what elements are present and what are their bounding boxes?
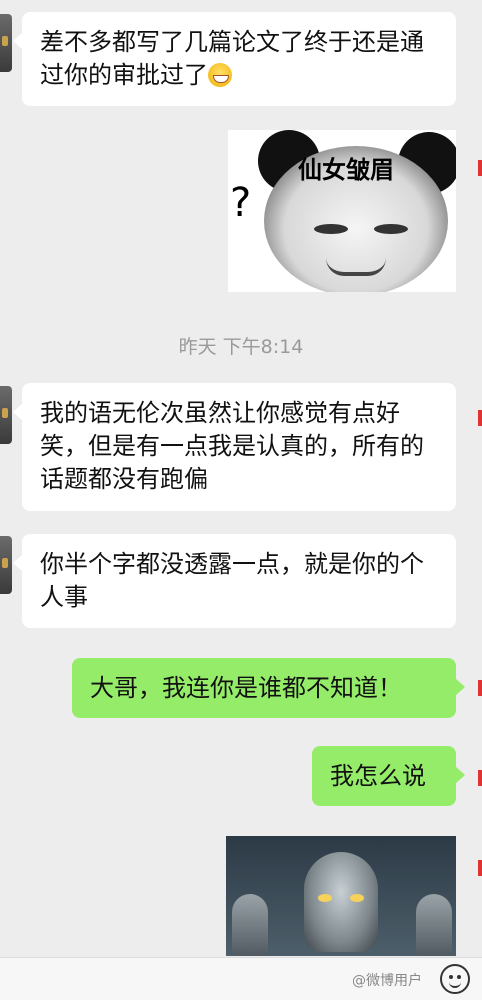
sticker-caption: 仙女皱眉 xyxy=(298,156,394,184)
message-text: 差不多都写了几篇论文了终于还是通过你的审批过了 xyxy=(40,28,424,89)
incoming-message[interactable]: 差不多都写了几篇论文了终于还是通过你的审批过了 xyxy=(13,12,456,106)
watermark: @微博用户 xyxy=(352,973,422,989)
message-text: 我的语无伦次虽然让你感觉有点好笑，但是有一点我是认真的，所有的话题都没有跑偏 xyxy=(40,399,424,493)
robot-eye-left xyxy=(318,894,332,902)
message-text: 你半个字都没透露一点，就是你的个人事 xyxy=(40,550,424,611)
panda-mouth xyxy=(326,258,386,276)
self-avatar-edge xyxy=(478,680,482,696)
outgoing-message[interactable]: 我怎么说 xyxy=(312,746,465,806)
incoming-message[interactable]: 我的语无伦次虽然让你感觉有点好笑，但是有一点我是认真的，所有的话题都没有跑偏 xyxy=(13,383,456,511)
message-timestamp: 昨天 下午8:14 xyxy=(178,336,304,358)
contact-avatar[interactable] xyxy=(0,536,12,594)
panda-frown-sticker[interactable]: 仙女皱眉 ? xyxy=(228,130,456,292)
robot-head xyxy=(304,852,378,952)
self-avatar-edge xyxy=(478,160,482,176)
contact-avatar[interactable] xyxy=(0,14,12,72)
chat-input-bar[interactable]: @微博用户 xyxy=(0,957,482,1000)
ultraman-sticker-image[interactable] xyxy=(226,836,456,956)
self-avatar-edge xyxy=(478,860,482,876)
contact-avatar[interactable] xyxy=(0,386,12,444)
message-text: 大哥，我连你是谁都不知道！ xyxy=(90,674,402,702)
robot-hand-right xyxy=(416,894,452,956)
panda-eye-left xyxy=(314,224,348,234)
outgoing-message[interactable]: 大哥，我连你是谁都不知道！ xyxy=(72,658,465,718)
self-avatar-edge xyxy=(478,770,482,786)
grinning-emoji-icon xyxy=(208,63,232,87)
robot-eye-right xyxy=(350,894,364,902)
smiley-face-icon[interactable] xyxy=(440,964,470,994)
incoming-message[interactable]: 你半个字都没透露一点，就是你的个人事 xyxy=(13,534,456,628)
panda-eye-right xyxy=(374,224,408,234)
question-mark: ? xyxy=(230,180,252,226)
self-avatar-edge xyxy=(478,410,482,426)
message-text: 我怎么说 xyxy=(330,762,426,790)
robot-hand-left xyxy=(232,894,268,956)
